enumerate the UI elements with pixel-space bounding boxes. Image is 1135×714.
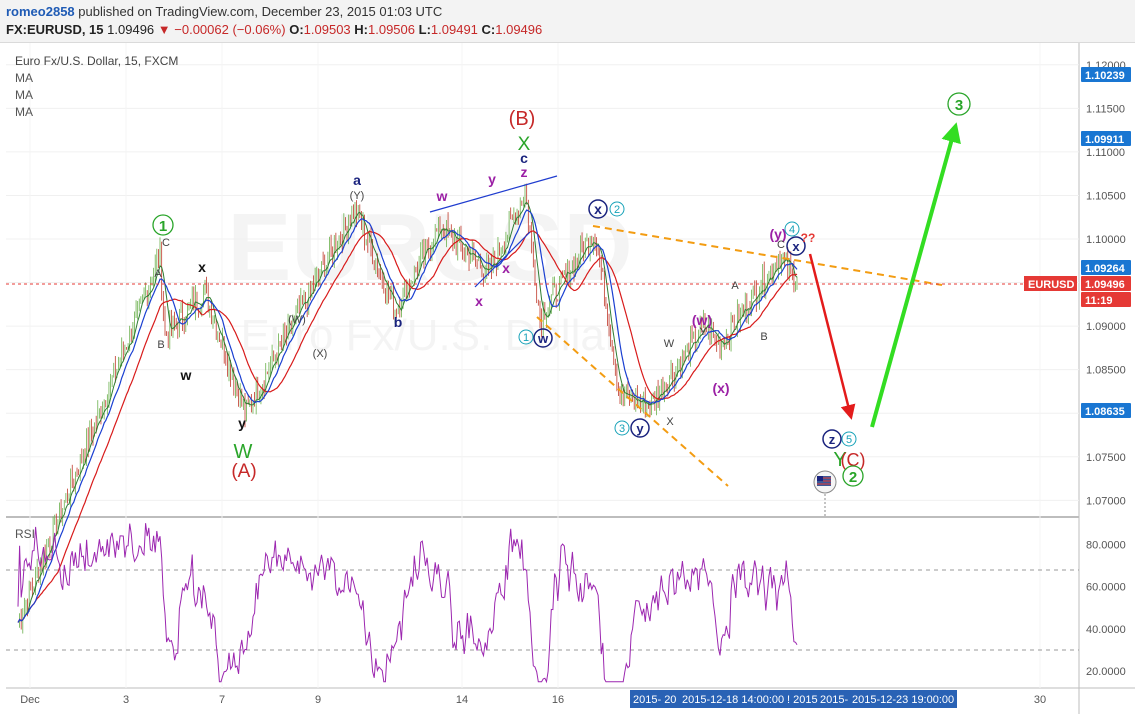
price-tick-label: 1.08500 (1086, 365, 1126, 377)
wave-label: 1 (159, 218, 167, 235)
wave-label: W (664, 338, 675, 350)
time-range-label: 2015- (820, 694, 848, 706)
wave-label: C (162, 237, 170, 249)
time-range-label: 2015-12-18 14:00:00 (682, 694, 784, 706)
wave-label: W (234, 441, 253, 463)
wave-label: 2 (849, 469, 857, 486)
wave-label: (w) (692, 312, 712, 328)
wave-label: y (636, 421, 644, 436)
price-badge-label: 1.09911 (1085, 134, 1124, 146)
price-tick-label: 1.07500 (1086, 452, 1126, 464)
rsi-legend: RSI (15, 527, 35, 541)
wave-label: (x) (712, 380, 729, 396)
rsi-tick-label: 60.0000 (1086, 582, 1126, 594)
wave-label: (X) (313, 348, 328, 360)
wave-label: z (829, 432, 836, 447)
rsi-axis[interactable]: 80.0000 60.0000 40.0000 20.0000 (1086, 539, 1126, 678)
time-range-label: 2015-12-23 19:00:00 (852, 694, 954, 706)
wave-label: 1 (523, 332, 529, 344)
wave-label: w (180, 367, 192, 383)
price-badge-label: 1.09496 (1085, 279, 1125, 291)
wave-label: a (353, 172, 361, 188)
wave-label: (A) (231, 461, 256, 482)
wave-label: w (436, 188, 448, 204)
wave-label: B (157, 339, 164, 351)
price-tick-label: 1.10000 (1086, 234, 1126, 246)
price-badge-label: 11:19 (1085, 295, 1113, 307)
wave-label: 5 (846, 434, 852, 446)
wave-label: (C) (841, 450, 866, 470)
wave-label: X (666, 416, 674, 428)
price-tick-label: 1.09000 (1086, 321, 1126, 333)
price-badge-label: 1.08635 (1085, 406, 1125, 418)
price-tick-label: 1.10500 (1086, 190, 1126, 202)
wave-label: C (777, 239, 785, 251)
rsi-pane[interactable] (6, 519, 1079, 688)
wave-label: x (198, 259, 206, 275)
wave-label: (Y) (350, 190, 365, 202)
price-tick-label: 1.11500 (1086, 103, 1125, 115)
wave-label: A (731, 280, 739, 292)
price-tick-label: 1.11000 (1086, 147, 1125, 159)
wave-label: (W) (288, 314, 306, 326)
time-range-label: ! 2015 (787, 694, 818, 706)
time-tick-label: 7 (219, 694, 225, 706)
wave-label: A (154, 268, 162, 280)
time-tick-label: 14 (456, 694, 468, 706)
wave-label: x (594, 201, 602, 217)
price-badge-label: 1.10239 (1085, 70, 1125, 82)
rsi-tick-label: 80.0000 (1086, 539, 1126, 551)
wave-label: w (537, 331, 549, 346)
series-title: Euro Fx/U.S. Dollar, 15, FXCM (15, 54, 178, 68)
time-tick-label: Dec (20, 694, 40, 706)
wave-label: 4 (789, 224, 795, 236)
wave-label: X (518, 134, 531, 155)
ma-legend-3: MA (15, 105, 33, 119)
wave-label: (B) (509, 108, 536, 130)
price-chart[interactable]: EURUSD Euro Fx/U.S. Dollar Euro Fx/U.S. … (0, 0, 1135, 714)
wave-label: 2 (614, 204, 620, 216)
wave-label: B (760, 331, 767, 343)
wave-label: z (521, 164, 528, 180)
wave-label: x (792, 239, 800, 254)
time-range-label: 2015- 20 (633, 694, 676, 706)
time-tick-label: 16 (552, 694, 564, 706)
wave-label: x (475, 293, 483, 309)
symbol-badge-label: EURUSD (1028, 279, 1075, 291)
rsi-tick-label: 20.0000 (1086, 666, 1126, 678)
wave-label: y (488, 171, 496, 187)
wave-label: 3 (619, 423, 625, 435)
wave-label: ?? (801, 231, 816, 245)
ma-legend-1: MA (15, 71, 33, 85)
ma-legend-2: MA (15, 88, 33, 102)
time-tick-label: 30 (1034, 694, 1046, 706)
price-tick-label: 1.07000 (1086, 495, 1126, 507)
wave-label: 3 (955, 97, 963, 114)
wave-label: x (502, 260, 510, 276)
time-tick-label: 9 (315, 694, 321, 706)
rsi-tick-label: 40.0000 (1086, 624, 1126, 636)
wave-label: y (238, 415, 246, 431)
time-tick-label: 3 (123, 694, 129, 706)
wave-label: b (394, 314, 403, 330)
price-badge-label: 1.09264 (1085, 263, 1126, 275)
time-axis[interactable]: Dec 3 7 9 14 16 30 2015- 20 2015-12-18 14:00:00!… (20, 690, 1046, 708)
